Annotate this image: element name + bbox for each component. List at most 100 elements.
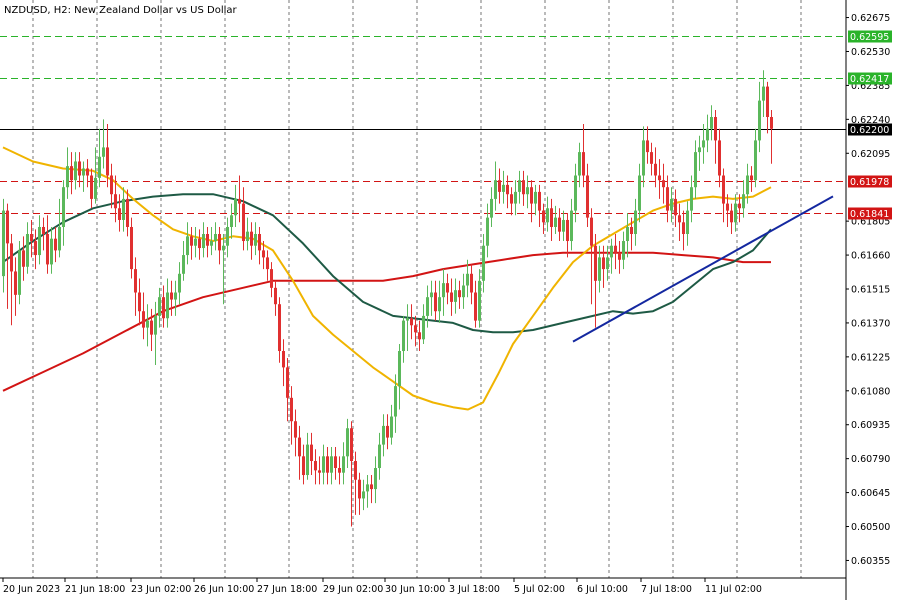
bear-candle: [218, 234, 221, 251]
bull-candle: [230, 215, 233, 227]
bull-candle: [18, 250, 21, 295]
y-tick-label: 0.62530: [851, 47, 890, 58]
bear-candle: [542, 210, 545, 223]
level-label: 0.61841: [850, 209, 889, 220]
bear-candle: [134, 269, 137, 293]
bear-candle: [162, 297, 165, 319]
bear-candle: [458, 290, 461, 298]
bull-candle: [226, 226, 229, 246]
bear-candle: [614, 245, 617, 253]
bear-candle: [270, 269, 273, 288]
bear-candle: [30, 234, 33, 242]
bull-candle: [306, 444, 309, 476]
bull-candle: [670, 198, 673, 211]
x-tick-label: 30 Jun 10:00: [385, 584, 445, 595]
bull-candle: [38, 226, 41, 256]
bear-candle: [714, 117, 717, 141]
bull-candle: [322, 456, 325, 473]
bear-candle: [566, 219, 569, 242]
bull-candle: [390, 416, 393, 438]
bull-candle: [234, 198, 237, 216]
bear-candle: [594, 245, 597, 281]
bull-candle: [66, 166, 69, 188]
level-label: 0.61978: [850, 177, 889, 188]
bear-candle: [238, 198, 241, 204]
price-chart[interactable]: 0.626750.625300.623850.622400.620950.618…: [0, 0, 900, 600]
bear-candle: [666, 187, 669, 211]
bear-candle: [646, 140, 649, 153]
bull-candle: [514, 191, 517, 204]
bear-candle: [678, 215, 681, 223]
x-tick-label: 20 Jun 2023: [3, 584, 60, 595]
bull-candle: [486, 217, 489, 246]
bull-candle: [186, 236, 189, 256]
x-tick-label: 23 Jun 02:00: [131, 584, 191, 595]
bear-candle: [510, 194, 513, 204]
level-label: 0.62200: [850, 125, 889, 136]
bull-candle: [82, 168, 85, 176]
bull-candle: [210, 241, 213, 246]
bear-candle: [286, 367, 289, 398]
bull-candle: [102, 147, 105, 157]
bull-candle: [686, 210, 689, 235]
bear-candle: [198, 238, 201, 249]
bear-candle: [118, 208, 121, 220]
bull-candle: [454, 290, 457, 302]
bear-candle: [150, 320, 153, 335]
bull-candle: [478, 280, 481, 321]
bull-candle: [562, 219, 565, 232]
bull-candle: [554, 217, 557, 227]
bear-candle: [290, 397, 293, 422]
bear-candle: [722, 175, 725, 204]
bear-candle: [282, 351, 285, 368]
bull-candle: [634, 210, 637, 235]
bear-candle: [450, 292, 453, 302]
bull-candle: [62, 187, 65, 227]
bear-candle: [310, 444, 313, 461]
bull-candle: [430, 292, 433, 298]
bear-candle: [42, 226, 45, 235]
y-tick-label: 0.60790: [851, 454, 890, 465]
bear-candle: [190, 236, 193, 246]
bear-candle: [358, 479, 361, 499]
bear-candle: [78, 161, 81, 176]
bear-candle: [138, 292, 141, 312]
bear-candle: [34, 241, 37, 256]
x-tick-label: 21 Jun 18:00: [65, 584, 125, 595]
bear-candle: [250, 231, 253, 246]
bear-candle: [470, 273, 473, 293]
bull-candle: [482, 245, 485, 281]
bear-candle: [10, 243, 13, 272]
bull-candle: [378, 444, 381, 469]
bear-candle: [278, 304, 281, 352]
bull-candle: [570, 210, 573, 242]
bull-candle: [398, 351, 401, 387]
bull-candle: [202, 234, 205, 249]
bear-candle: [654, 163, 657, 176]
bull-candle: [694, 152, 697, 188]
bear-candle: [274, 287, 277, 305]
bull-candle: [166, 292, 169, 319]
bull-candle: [26, 234, 29, 267]
bull-candle: [74, 161, 77, 181]
bear-candle: [586, 175, 589, 218]
bull-candle: [610, 245, 613, 258]
bull-candle: [222, 245, 225, 251]
bull-candle: [622, 241, 625, 260]
x-tick-label: 6 Jul 10:00: [577, 584, 628, 595]
bull-candle: [642, 140, 645, 176]
bear-candle: [630, 226, 633, 235]
x-tick-label: 27 Jun 18:00: [257, 584, 317, 595]
bear-candle: [418, 332, 421, 340]
bear-candle: [6, 210, 9, 244]
y-tick-label: 0.61370: [851, 318, 890, 329]
bear-candle: [318, 470, 321, 473]
bear-candle: [354, 460, 357, 480]
bear-candle: [266, 257, 269, 270]
bull-candle: [246, 231, 249, 242]
bull-candle: [638, 175, 641, 211]
bull-candle: [442, 283, 445, 298]
bear-candle: [130, 226, 133, 270]
bull-candle: [346, 428, 349, 457]
bear-candle: [126, 198, 129, 227]
